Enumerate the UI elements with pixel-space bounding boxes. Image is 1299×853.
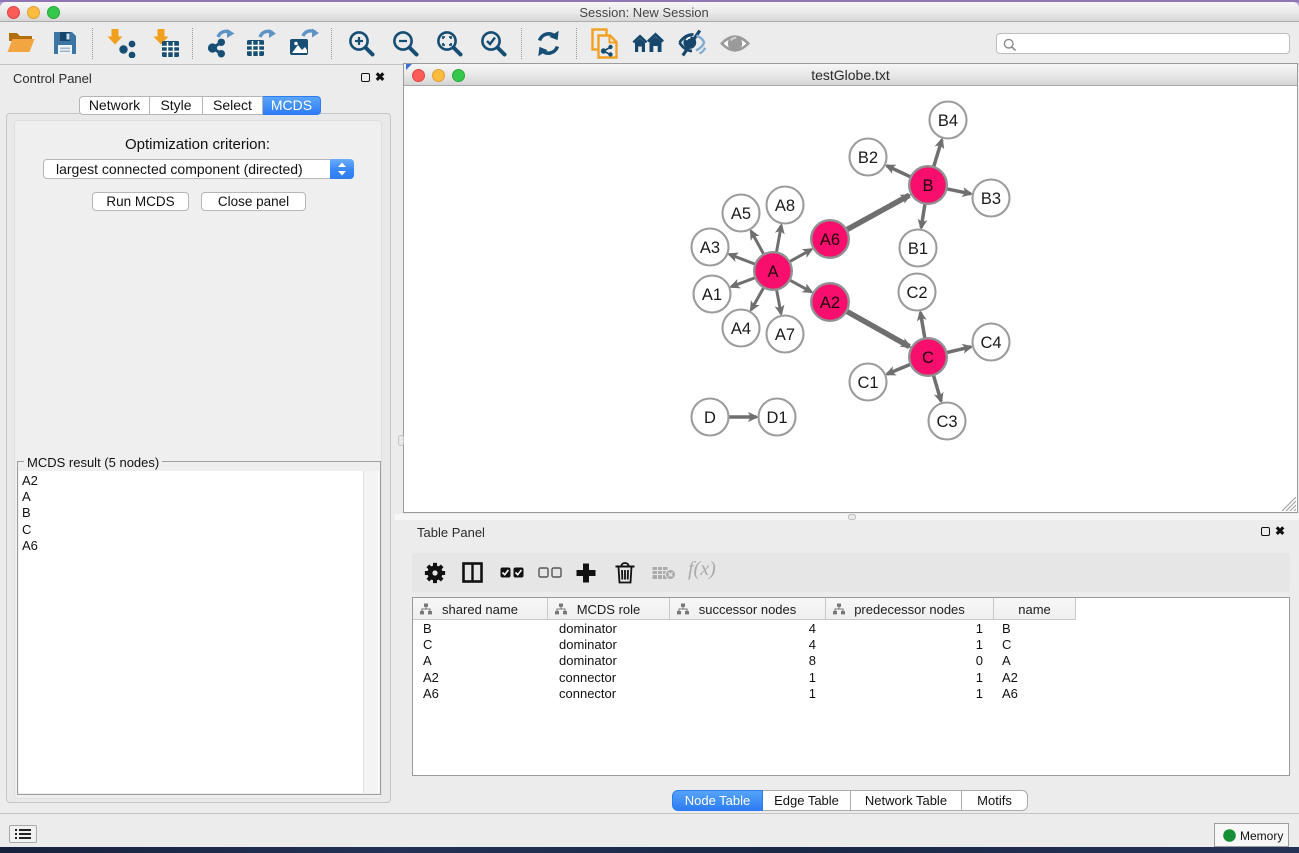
- svg-text:C1: C1: [857, 374, 878, 392]
- svg-text:B1: B1: [908, 240, 928, 258]
- svg-text:B3: B3: [981, 190, 1001, 208]
- svg-text:A7: A7: [775, 326, 795, 344]
- svg-text:A1: A1: [702, 286, 722, 304]
- svg-text:B2: B2: [858, 149, 878, 167]
- svg-text:A5: A5: [731, 205, 751, 223]
- svg-text:C: C: [922, 349, 934, 367]
- svg-text:B4: B4: [938, 112, 958, 130]
- svg-text:A2: A2: [820, 294, 840, 312]
- svg-text:A: A: [767, 263, 778, 281]
- svg-text:A6: A6: [820, 231, 840, 249]
- svg-text:A3: A3: [700, 239, 720, 257]
- svg-text:D1: D1: [766, 409, 787, 427]
- svg-text:C4: C4: [980, 334, 1001, 352]
- svg-text:A4: A4: [731, 320, 751, 338]
- svg-text:B: B: [922, 177, 933, 195]
- svg-text:D: D: [704, 409, 716, 427]
- svg-text:A8: A8: [775, 197, 795, 215]
- svg-text:C3: C3: [936, 413, 957, 431]
- svg-text:C2: C2: [906, 284, 927, 302]
